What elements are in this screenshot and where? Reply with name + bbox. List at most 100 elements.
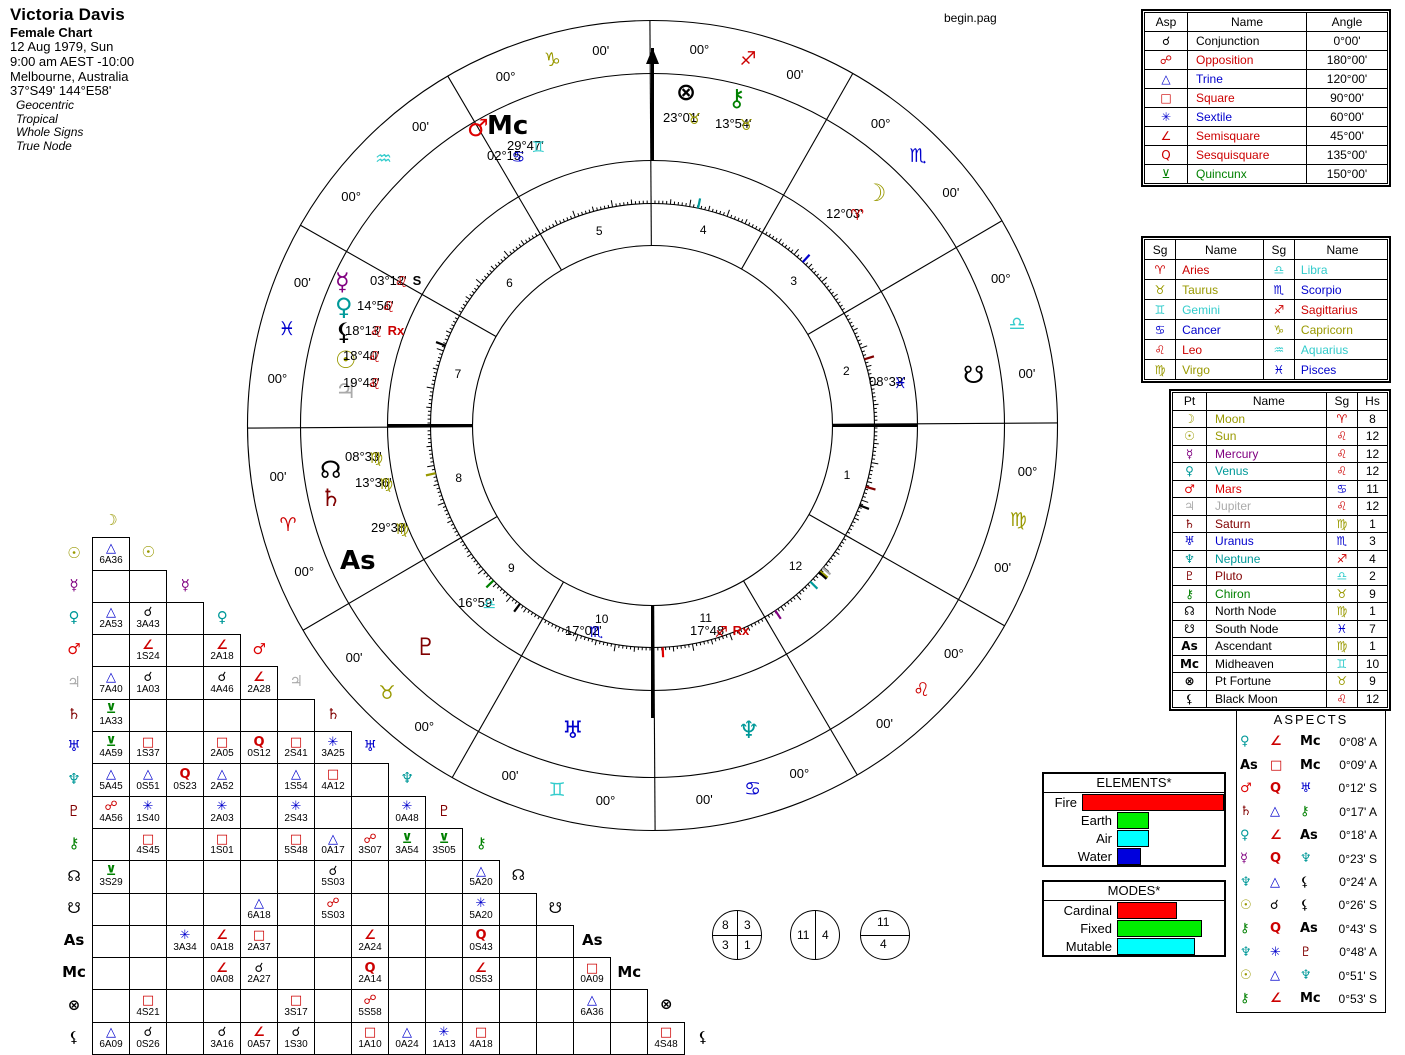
aspect-grid-cell[interactable]: ∠0A18 xyxy=(204,925,241,957)
aspect-grid-cell[interactable] xyxy=(167,667,204,699)
aspects-list-panel[interactable]: ASPECTS ♀∠Mc0°08' AAs□Mc0°09' A♂Q♅0°12' … xyxy=(1236,709,1386,1013)
aspect-grid-cell[interactable]: ✳2A03 xyxy=(204,796,241,828)
aspect-grid-cell[interactable] xyxy=(93,990,130,1022)
aspect-grid-cell[interactable] xyxy=(463,990,500,1022)
aspect-grid-cell[interactable]: ⊻3A54 xyxy=(389,828,426,860)
aspect-grid-cell[interactable]: □4A12 xyxy=(315,764,352,796)
aspect-grid-cell[interactable]: ✳1A13 xyxy=(426,1022,463,1054)
aspect-grid-cell[interactable]: ✳3A34 xyxy=(167,925,204,957)
aspect-grid-cell[interactable]: ⊻3S29 xyxy=(93,861,130,893)
aspect-grid-cell[interactable]: □4S45 xyxy=(130,828,167,860)
aspect-grid-cell[interactable]: ✳5A20 xyxy=(463,893,500,925)
aspect-grid-cell[interactable] xyxy=(537,990,574,1022)
aspect-grid-cell[interactable] xyxy=(315,1022,352,1054)
aspect-grid-cell[interactable] xyxy=(167,796,204,828)
aspect-grid-cell[interactable] xyxy=(426,990,463,1022)
aspect-grid-cell[interactable]: △6A18 xyxy=(241,893,278,925)
aspect-grid-cell[interactable] xyxy=(426,861,463,893)
aspect-grid-cell[interactable] xyxy=(204,861,241,893)
aspect-grid-cell[interactable] xyxy=(130,893,167,925)
aspect-grid-cell[interactable] xyxy=(93,893,130,925)
aspect-grid-cell[interactable] xyxy=(130,570,167,602)
aspect-grid-cell[interactable] xyxy=(167,861,204,893)
aspect-grid-cell[interactable] xyxy=(130,699,167,731)
aspect-grid-cell[interactable]: ⊻3S05 xyxy=(426,828,463,860)
aspect-grid-cell[interactable] xyxy=(537,925,574,957)
aspect-grid-cell[interactable]: □1S01 xyxy=(204,828,241,860)
aspect-grid-cell[interactable]: ∠0A08 xyxy=(204,958,241,990)
aspect-grid-cell[interactable]: □5S48 xyxy=(278,828,315,860)
aspect-grid-cell[interactable]: □1S37 xyxy=(130,732,167,764)
aspect-grid-cell[interactable] xyxy=(93,925,130,957)
aspect-grid-cell[interactable]: □2A37 xyxy=(241,925,278,957)
aspect-grid-cell[interactable] xyxy=(389,990,426,1022)
aspect-grid-cell[interactable] xyxy=(241,990,278,1022)
aspect-grid-cell[interactable] xyxy=(130,958,167,990)
aspect-grid-cell[interactable] xyxy=(389,958,426,990)
aspect-grid-cell[interactable] xyxy=(611,1022,648,1054)
aspect-grid-cell[interactable]: ∠1S24 xyxy=(130,635,167,667)
sign-legend-table[interactable]: SgNameSgName♈Aries♎Libra♉Taurus♏Scorpio♊… xyxy=(1141,236,1391,383)
aspect-grid-cell[interactable]: ☍5S03 xyxy=(315,893,352,925)
aspect-grid-cell[interactable]: □2A05 xyxy=(204,732,241,764)
aspect-grid-cell[interactable] xyxy=(167,699,204,731)
aspect-grid-cell[interactable] xyxy=(93,570,130,602)
aspect-grid-cell[interactable]: ∠0A57 xyxy=(241,1022,278,1054)
aspect-grid-cell[interactable]: Q0S23 xyxy=(167,764,204,796)
aspect-grid-cell[interactable]: ✳2S43 xyxy=(278,796,315,828)
aspect-grid-cell[interactable]: ☌3A43 xyxy=(130,602,167,634)
aspect-grid-cell[interactable]: □0A09 xyxy=(574,958,611,990)
aspect-grid-cell[interactable] xyxy=(500,925,537,957)
aspect-grid-cell[interactable] xyxy=(315,990,352,1022)
aspect-grid-cell[interactable]: ☌5S03 xyxy=(315,861,352,893)
aspect-grid-cell[interactable]: △0A17 xyxy=(315,828,352,860)
aspect-grid-cell[interactable]: △2A52 xyxy=(204,764,241,796)
aspect-grid-cell[interactable]: ∠2A28 xyxy=(241,667,278,699)
aspect-grid-cell[interactable]: △1S54 xyxy=(278,764,315,796)
aspect-grid[interactable]: ☽☉△6A36☉☿☿♀△2A53☌3A43♀♂∠1S24∠2A18♂♃△7A40… xyxy=(56,506,721,1055)
aspect-grid-cell[interactable] xyxy=(167,1022,204,1054)
aspect-grid-cell[interactable]: Q0S43 xyxy=(463,925,500,957)
aspect-grid-cell[interactable] xyxy=(241,699,278,731)
aspect-grid-cell[interactable]: ☍5S58 xyxy=(352,990,389,1022)
aspect-grid-cell[interactable] xyxy=(241,828,278,860)
aspect-grid-cell[interactable] xyxy=(426,958,463,990)
aspect-grid-cell[interactable]: △5A20 xyxy=(463,861,500,893)
aspect-grid-cell[interactable] xyxy=(315,925,352,957)
aspect-grid-cell[interactable] xyxy=(204,699,241,731)
aspect-grid-cell[interactable]: △6A36 xyxy=(93,538,130,570)
aspect-grid-cell[interactable]: ✳3A25 xyxy=(315,732,352,764)
aspect-grid-cell[interactable] xyxy=(426,925,463,957)
aspect-grid-cell[interactable]: △5A45 xyxy=(93,764,130,796)
aspect-grid-cell[interactable] xyxy=(352,893,389,925)
aspect-grid-cell[interactable] xyxy=(167,635,204,667)
aspect-grid-cell[interactable] xyxy=(500,1022,537,1054)
aspect-grid-cell[interactable]: △6A09 xyxy=(93,1022,130,1054)
aspect-grid-cell[interactable]: ☌1A03 xyxy=(130,667,167,699)
aspect-grid-cell[interactable] xyxy=(389,893,426,925)
aspect-grid-cell[interactable]: ☌2A27 xyxy=(241,958,278,990)
aspect-grid-cell[interactable] xyxy=(500,893,537,925)
aspect-grid-cell[interactable] xyxy=(241,861,278,893)
aspect-grid-cell[interactable] xyxy=(278,925,315,957)
aspect-grid-cell[interactable]: ∠2A24 xyxy=(352,925,389,957)
aspect-grid-cell[interactable]: ☌3A16 xyxy=(204,1022,241,1054)
aspect-grid-cell[interactable] xyxy=(167,893,204,925)
aspect-grid-cell[interactable] xyxy=(93,958,130,990)
aspect-grid-cell[interactable] xyxy=(352,861,389,893)
aspect-grid-cell[interactable] xyxy=(167,732,204,764)
aspect-grid-cell[interactable]: □4S48 xyxy=(648,1022,685,1054)
aspect-grid-cell[interactable] xyxy=(574,1022,611,1054)
aspect-grid-cell[interactable] xyxy=(611,990,648,1022)
aspect-grid-cell[interactable] xyxy=(241,796,278,828)
aspect-grid-cell[interactable] xyxy=(278,861,315,893)
aspect-grid-cell[interactable] xyxy=(500,990,537,1022)
aspect-grid-cell[interactable] xyxy=(278,958,315,990)
aspect-grid-cell[interactable] xyxy=(537,1022,574,1054)
aspect-grid-cell[interactable] xyxy=(241,764,278,796)
aspect-grid-cell[interactable]: ⊻4A59 xyxy=(93,732,130,764)
aspect-grid-cell[interactable]: ☍3S07 xyxy=(352,828,389,860)
aspect-grid-cell[interactable]: △0A24 xyxy=(389,1022,426,1054)
aspect-legend-table[interactable]: AspNameAngle☌Conjunction0°00'☍Opposition… xyxy=(1141,9,1391,187)
aspect-grid-cell[interactable]: Q2A14 xyxy=(352,958,389,990)
